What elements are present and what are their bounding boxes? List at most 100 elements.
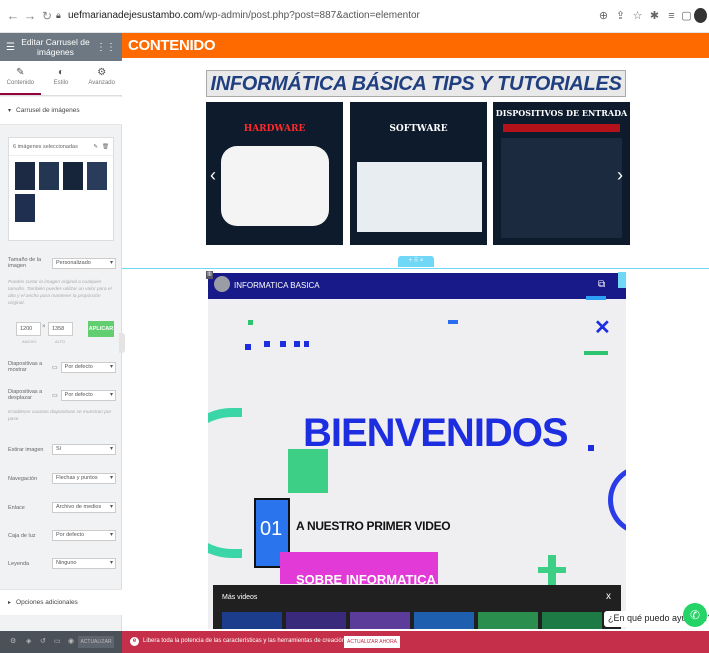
pencil-icon: ✎ (16, 67, 25, 78)
apply-button[interactable]: APLICAR (88, 321, 114, 337)
caption-select[interactable]: Ninguno (52, 558, 116, 569)
column-handle-icon[interactable]: ▥ (206, 271, 213, 279)
forward-icon[interactable]: → (23, 9, 37, 23)
slides-show-control: Diapositivas a mostrar ▭ Por defecto (8, 361, 116, 373)
video-thumbnail[interactable] (286, 612, 346, 629)
history-icon[interactable]: ↺ (40, 637, 46, 645)
card-title: DISPOSITIVOS DE ENTRADA (495, 108, 628, 118)
settings-icon[interactable]: ⚙ (10, 637, 16, 645)
section-additional-options[interactable]: ▸ Opciones adicionales (0, 589, 122, 615)
height-input[interactable]: 1358 (48, 322, 73, 336)
preview-icon[interactable]: ◉ (68, 637, 74, 645)
caret-down-icon: ▾ (8, 108, 12, 114)
elementor-bottom-bar: ⚙ ◈ ↺ ▭ ◉ ACTUALIZAR e Libera toda la po… (0, 631, 709, 653)
elementor-logo-icon: e (130, 637, 139, 646)
lightbox-select[interactable]: Por defecto (52, 530, 116, 541)
slides-show-select[interactable]: Por defecto (60, 361, 116, 373)
trash-icon[interactable]: 🗑︎ (102, 144, 109, 150)
video-channel-name: INFORMATICA BASICA (234, 281, 320, 290)
image-size-label: Tamaño de la imagen (8, 257, 42, 269)
slides-scroll-label: Diapositivas a desplazar (8, 389, 43, 401)
green-dash (584, 351, 608, 355)
card-title: SOFTWARE (389, 124, 448, 134)
tab-content[interactable]: ✎ Contenido (0, 61, 41, 95)
video-thumbnail[interactable] (222, 612, 282, 629)
tab-label: Estilo (53, 80, 69, 86)
video-thumbnail[interactable] (350, 612, 410, 629)
profile-avatar[interactable] (694, 8, 707, 23)
panel-collapse-handle[interactable] (119, 333, 125, 353)
close-more-videos-icon[interactable]: x (606, 591, 611, 602)
zoom-icon[interactable]: ⊕ (597, 9, 610, 23)
blue-square (264, 341, 270, 347)
window-icon[interactable]: ▢ (680, 9, 693, 23)
tab-label: Avanzado (88, 80, 115, 86)
blue-square (588, 445, 594, 451)
back-icon[interactable]: ← (6, 9, 20, 23)
navigation-select[interactable]: Flechas y puntos (52, 473, 116, 484)
green-cross-h (538, 567, 566, 573)
gallery-thumb (87, 162, 107, 190)
contrast-icon: ◐ (57, 67, 65, 78)
reload-icon[interactable]: ↻ (40, 9, 54, 23)
input-devices-image (501, 138, 622, 238)
hamburger-icon[interactable]: ☰ (6, 42, 15, 53)
widget-edit-handle[interactable] (618, 272, 626, 288)
panel-title: Editar Carrusel de imágenes (21, 37, 90, 57)
section-handle[interactable]: + ⠿ × (398, 256, 434, 267)
edit-icon[interactable]: ✎ (93, 144, 98, 150)
carousel-next-icon[interactable]: › (617, 165, 623, 186)
gallery-control[interactable]: 6 imágenes seleccionadas ✎ 🗑︎ (8, 137, 114, 241)
carousel-card-software[interactable]: SOFTWARE (350, 102, 487, 245)
monitor-icon: ▭ (52, 392, 58, 399)
more-videos-label: Más videos (222, 594, 258, 601)
panel-header: ☰ Editar Carrusel de imágenes ⋮⋮ (0, 33, 122, 61)
section-title: Carrusel de imágenes (16, 107, 80, 114)
gallery-thumb (15, 162, 35, 190)
bookmark-star-icon[interactable]: ☆ (631, 9, 644, 23)
address-bar[interactable]: uefmarianadejesustambo.com/wp-admin/post… (68, 10, 420, 21)
promo-upgrade-button[interactable]: ACTUALIZAR AHORA (344, 636, 401, 648)
share-icon[interactable]: ⇪ (614, 9, 627, 23)
carousel-card-input-devices[interactable]: DISPOSITIVOS DE ENTRADA (493, 102, 630, 245)
carousel-prev-icon[interactable]: ‹ (210, 165, 216, 186)
width-caption: ANCHO (22, 339, 37, 344)
gear-icon: ⚙ (97, 67, 107, 78)
video-thumbnail[interactable] (542, 612, 602, 629)
whatsapp-icon[interactable]: ✆ (683, 603, 707, 627)
stretch-label: Estirar imagen (8, 446, 44, 453)
width-input[interactable]: 1200 (16, 322, 41, 336)
video-thumbnail[interactable] (414, 612, 474, 629)
card-title: HARDWARE (243, 124, 306, 134)
tab-advanced[interactable]: ⚙ Avanzado (81, 61, 122, 95)
lock-icon: 🔒︎ (56, 10, 61, 20)
link-select[interactable]: Archivo de medios (52, 502, 116, 513)
tab-style[interactable]: ◐ Estilo (41, 61, 82, 95)
media-icon[interactable]: ≡ (665, 9, 678, 23)
caption-label: Leyenda (8, 560, 30, 567)
panel-footer: ⚙ ◈ ↺ ▭ ◉ ACTUALIZAR (0, 631, 122, 653)
gallery-thumb (39, 162, 59, 190)
link-control: Enlace Archivo de medios (8, 502, 116, 513)
layers-icon[interactable]: ◈ (26, 637, 31, 645)
blue-square (304, 341, 309, 347)
copy-link-icon[interactable]: ⧉ (598, 279, 605, 290)
navigation-control: Navegación Flechas y puntos (8, 473, 116, 484)
stretch-select[interactable]: Sí (52, 444, 116, 455)
extensions-icon[interactable]: ✱ (648, 9, 661, 23)
carousel-card-hardware[interactable]: HARDWARE (206, 102, 343, 245)
blue-dash (448, 320, 458, 324)
browser-toolbar: ← → ↻ 🔒︎ uefmarianadejesustambo.com/wp-a… (0, 0, 709, 33)
responsive-icon[interactable]: ▭ (54, 637, 61, 645)
section-title: Opciones adicionales (16, 599, 78, 606)
update-button[interactable]: ACTUALIZAR (78, 636, 114, 648)
times-icon: × (42, 324, 46, 330)
caret-right-icon: ▸ (8, 600, 12, 606)
video-thumbnail[interactable] (478, 612, 538, 629)
video-embed[interactable]: INFORMATICA BASICA ⧉ ✕ BIENVENIDOS 01 A … (208, 273, 626, 629)
image-size-select[interactable]: Personalizado (52, 257, 116, 269)
widgets-grid-icon[interactable]: ⋮⋮ (96, 42, 116, 53)
section-carousel[interactable]: ▾ Carrusel de imágenes (0, 97, 122, 125)
chat-bubble-text[interactable]: ¿En qué puedo ayudarte? (604, 611, 709, 627)
slides-scroll-select[interactable]: Por defecto (60, 389, 116, 401)
